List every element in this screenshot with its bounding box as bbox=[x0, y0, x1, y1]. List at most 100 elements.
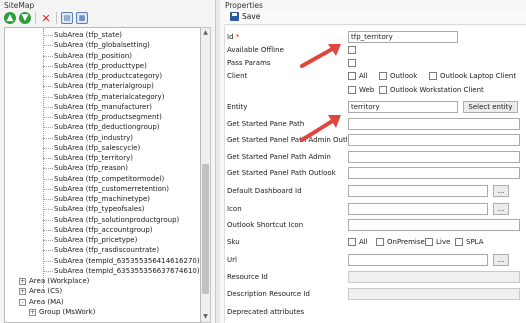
get-started-admin-outlook-label: Get Started Panel Path Admin Outlook bbox=[227, 136, 361, 144]
url-input[interactable] bbox=[348, 254, 488, 266]
tree-area-item[interactable]: + Area (CS) bbox=[19, 286, 62, 296]
available-offline-checkbox[interactable] bbox=[348, 46, 356, 54]
properties-title: Properties bbox=[225, 1, 263, 10]
sitemap-panel: SiteMap ▲ ▼ ✕ ▤ ▦ SubArea (tfp_state) Sub… bbox=[0, 0, 216, 323]
select-entity-button[interactable]: Select entity bbox=[463, 101, 518, 113]
tree-guide-line bbox=[43, 117, 53, 118]
tree-guide-line bbox=[43, 209, 53, 211]
tree-item[interactable]: SubArea (tfp_customerretention) bbox=[54, 184, 169, 194]
sitemap-title: SiteMap bbox=[4, 1, 35, 10]
client-all-checkbox[interactable] bbox=[348, 72, 356, 80]
get-started-pane-path-input[interactable] bbox=[348, 118, 520, 130]
tree-item[interactable]: SubArea (tfp_producttype) bbox=[54, 61, 147, 71]
expand-icon[interactable]: + bbox=[19, 278, 26, 285]
tree-item[interactable]: SubArea (tfp_industry) bbox=[54, 133, 133, 143]
tree-guide-line bbox=[43, 106, 53, 108]
tree-guide-line bbox=[43, 147, 53, 149]
resource-id-label: Resource Id bbox=[227, 273, 268, 281]
save-icon bbox=[230, 12, 239, 21]
tree-item[interactable]: SubArea (tfp_materialcategory) bbox=[54, 92, 164, 102]
tree-item[interactable]: SubArea (tfp_territory) bbox=[54, 153, 133, 163]
tree-item[interactable]: SubArea (tempId_635355356414616270) bbox=[54, 256, 200, 266]
tree-item[interactable]: SubArea (tfp_competitormodel) bbox=[54, 174, 164, 184]
default-dashboard-input[interactable] bbox=[348, 185, 488, 197]
client-web-checkbox[interactable] bbox=[348, 86, 356, 94]
tree-item[interactable]: SubArea (tfp_pricetype) bbox=[54, 235, 137, 245]
sku-all-checkbox[interactable] bbox=[348, 238, 356, 246]
sku-live-checkbox[interactable] bbox=[425, 238, 433, 246]
tree-guide-line bbox=[43, 86, 53, 88]
resource-id-input bbox=[348, 271, 520, 283]
entity-input[interactable]: territory bbox=[348, 101, 458, 113]
tree-area-item[interactable]: + Group (MsWork) bbox=[29, 307, 95, 317]
tree-item[interactable]: SubArea (tfp_position) bbox=[54, 51, 132, 61]
tree-guide-line bbox=[43, 158, 53, 159]
tree-area-item[interactable]: - Area (MA) bbox=[19, 297, 64, 307]
save-sitemap-icon[interactable]: ▤ bbox=[61, 12, 73, 24]
tree-item[interactable]: SubArea (tfp_typeofsales) bbox=[54, 204, 145, 214]
icon-input[interactable] bbox=[348, 203, 488, 215]
tree-item[interactable]: SubArea (tfp_salescycle) bbox=[54, 143, 140, 153]
tree-guide-line bbox=[43, 35, 53, 36]
sku-spla-checkbox[interactable] bbox=[455, 238, 463, 246]
tree-scrollbar[interactable]: ▲ ▼ bbox=[201, 27, 211, 323]
tree-guide-line bbox=[43, 250, 53, 252]
tree-guide-line bbox=[43, 168, 53, 170]
properties-toolbar: Save bbox=[224, 10, 526, 25]
tree-item[interactable]: SubArea (tfp_rasdiscountrate) bbox=[54, 245, 159, 255]
get-started-outlook-input[interactable] bbox=[348, 167, 520, 179]
tree-area-item[interactable]: + Area (Workplace) bbox=[19, 276, 89, 286]
expand-icon[interactable]: + bbox=[19, 288, 26, 296]
export-icon[interactable]: ▦ bbox=[76, 12, 88, 24]
pass-params-checkbox[interactable] bbox=[348, 59, 356, 67]
tree-item[interactable]: SubArea (tfp_reason) bbox=[54, 163, 128, 173]
get-started-admin-input[interactable] bbox=[348, 151, 520, 163]
icon-label: Icon bbox=[227, 205, 242, 213]
scroll-down-icon[interactable]: ▼ bbox=[201, 312, 210, 322]
client-outlook-checkbox[interactable] bbox=[379, 72, 387, 80]
scroll-up-icon[interactable]: ▲ bbox=[201, 28, 210, 38]
tree-guide-line bbox=[43, 188, 53, 190]
save-label: Save bbox=[242, 12, 261, 21]
move-up-icon[interactable]: ▲ bbox=[4, 12, 16, 24]
default-dashboard-browse-button[interactable]: ... bbox=[493, 185, 509, 197]
tree-item[interactable]: SubArea (tfp_productcategory) bbox=[54, 71, 162, 81]
scrollbar-thumb[interactable] bbox=[202, 164, 209, 294]
id-input[interactable]: tfp_territory bbox=[348, 31, 458, 43]
tree-item[interactable]: SubArea (tfp_globalsetting) bbox=[54, 40, 150, 50]
sitemap-tree[interactable]: SubArea (tfp_state) SubArea (tfp_globalse… bbox=[4, 27, 201, 323]
expand-icon[interactable]: + bbox=[29, 308, 36, 316]
get-started-pane-path-label: Get Started Pane Path bbox=[227, 120, 305, 128]
get-started-admin-outlook-input[interactable] bbox=[348, 134, 520, 146]
sku-onpremise-checkbox[interactable] bbox=[376, 238, 384, 246]
pass-params-label: Pass Params bbox=[227, 59, 271, 67]
collapse-icon[interactable]: - bbox=[19, 298, 26, 306]
tree-item[interactable]: SubArea (tempId_635355356637674610) bbox=[54, 266, 200, 276]
sku-label: Sku bbox=[227, 238, 240, 246]
client-outlook-laptop-checkbox[interactable] bbox=[429, 72, 437, 80]
tree-item[interactable]: SubArea (tfp_manufacturer) bbox=[54, 102, 152, 112]
client-outlook-workstation-checkbox[interactable] bbox=[379, 86, 387, 94]
tree-item[interactable]: SubArea (tfp_productsegment) bbox=[54, 112, 162, 122]
get-started-outlook-label: Get Started Panel Path Outlook bbox=[227, 169, 336, 177]
save-button[interactable]: Save bbox=[230, 12, 260, 21]
available-offline-label: Available Offline bbox=[227, 46, 284, 54]
entity-label: Entity bbox=[227, 103, 248, 111]
tree-guide-line bbox=[43, 96, 53, 98]
icon-browse-button[interactable]: ... bbox=[493, 203, 509, 215]
move-down-icon[interactable]: ▼ bbox=[19, 12, 31, 24]
url-browse-button[interactable]: ... bbox=[493, 254, 509, 266]
tree-item[interactable]: SubArea (tfp_state) bbox=[54, 30, 122, 40]
sku-all-label: All bbox=[359, 238, 368, 246]
tree-item[interactable]: SubArea (tfp_solutionproductgroup) bbox=[54, 215, 179, 225]
url-label: Url bbox=[227, 256, 237, 264]
client-outlook-laptop-label: Outlook Laptop Client bbox=[440, 72, 517, 80]
tree-item[interactable]: SubArea (tfp_materialgroup) bbox=[54, 81, 154, 91]
tree-item[interactable]: SubArea (tfp_accountgroup) bbox=[54, 225, 153, 235]
tree-item[interactable]: SubArea (tfp_machinetype) bbox=[54, 194, 150, 204]
client-all-label: All bbox=[359, 72, 368, 80]
tree-item[interactable]: SubArea (tfp_deductiongroup) bbox=[54, 122, 160, 132]
tree-guide-line bbox=[43, 199, 53, 200]
outlook-shortcut-icon-input[interactable] bbox=[348, 219, 520, 231]
delete-icon[interactable]: ✕ bbox=[40, 12, 52, 25]
